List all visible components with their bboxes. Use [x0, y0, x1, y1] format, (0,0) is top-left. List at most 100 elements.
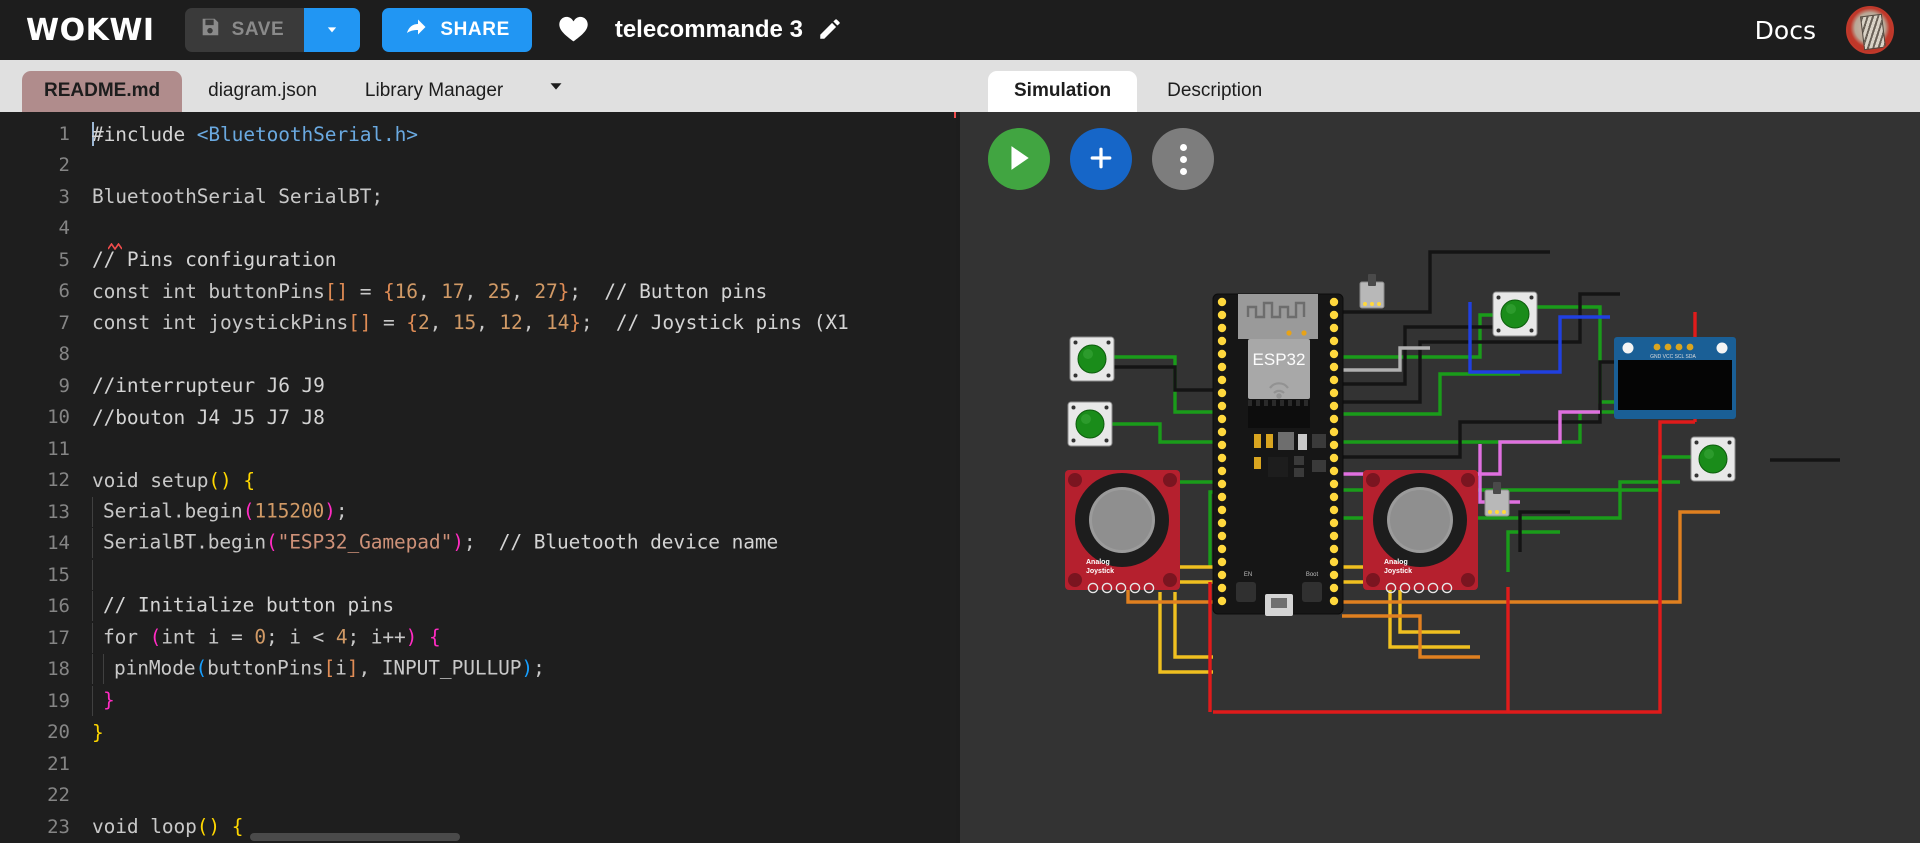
editor-pane: README.md diagram.json Library Manager 1…	[0, 60, 960, 843]
scrollbar-thumb[interactable]	[250, 833, 460, 841]
pushbutton	[1691, 437, 1735, 481]
code-line[interactable]: 5// Pins configuration	[0, 244, 960, 276]
tab-description[interactable]: Description	[1141, 71, 1288, 112]
docs-link[interactable]: Docs	[1755, 16, 1816, 45]
simulation-canvas[interactable]: ESP32	[960, 112, 1920, 843]
code-line[interactable]: 20}	[0, 717, 960, 749]
svg-text:GND VCC SCL SDA: GND VCC SCL SDA	[1650, 354, 1696, 360]
line-number: 1	[0, 123, 92, 145]
code-line[interactable]: 18pinMode(buttonPins[i], INPUT_PULLUP);	[0, 654, 960, 686]
pushbutton	[1493, 292, 1537, 336]
line-number: 22	[0, 784, 92, 806]
line-number: 8	[0, 343, 92, 365]
app-header: WOKWI SAVE SHARE	[0, 0, 1920, 60]
line-number: 4	[0, 217, 92, 239]
file-tabs-more-button[interactable]	[529, 65, 583, 112]
save-button[interactable]: SAVE	[185, 8, 305, 52]
edit-title-button[interactable]	[817, 16, 843, 45]
svg-text:Joystick: Joystick	[1384, 568, 1412, 575]
joystick-module: Analog Joystick	[1363, 470, 1478, 593]
esp32-board: ESP32	[1213, 294, 1343, 616]
line-number: 7	[0, 312, 92, 334]
svg-text:Analog: Analog	[1384, 559, 1408, 566]
code-line[interactable]: 6const int buttonPins[] = {16, 17, 25, 2…	[0, 276, 960, 308]
tab-readme[interactable]: README.md	[22, 71, 182, 112]
code-line[interactable]: 2	[0, 150, 960, 182]
joystick-label-1: Analog	[1086, 559, 1110, 566]
line-content: // Pins configuration	[92, 248, 336, 271]
heart-icon	[558, 14, 589, 46]
code-line[interactable]: 22	[0, 780, 960, 812]
line-content: for (int i = 0; i < 4; i++) {	[92, 623, 441, 653]
simulation-menu-button[interactable]	[1152, 128, 1214, 190]
share-button-label: SHARE	[440, 19, 510, 41]
line-content: const int joystickPins[] = {2, 15, 12, 1…	[92, 311, 849, 334]
line-number: 16	[0, 595, 92, 617]
line-content: }	[92, 686, 115, 716]
tab-diagram-json[interactable]: diagram.json	[186, 71, 339, 112]
save-button-group: SAVE	[185, 8, 361, 52]
code-line[interactable]: 21	[0, 748, 960, 780]
svg-text:Boot: Boot	[1306, 572, 1319, 578]
header-right-group: Docs	[1755, 6, 1894, 54]
add-component-button[interactable]	[1070, 128, 1132, 190]
code-line[interactable]: 10//bouton J4 J5 J7 J8	[0, 402, 960, 434]
esp32-board-label: ESP32	[1253, 350, 1306, 369]
circuit-diagram[interactable]: ESP32	[960, 112, 1920, 843]
code-line[interactable]: 16// Initialize button pins	[0, 591, 960, 623]
chevron-down-icon	[545, 75, 567, 100]
code-line[interactable]: 1#include <BluetoothSerial.h>	[0, 118, 960, 150]
main-split: README.md diagram.json Library Manager 1…	[0, 60, 1920, 843]
simulation-tab-bar: Simulation Description	[960, 60, 1920, 112]
pushbutton	[1068, 402, 1112, 446]
code-line[interactable]: 11	[0, 433, 960, 465]
line-number: 21	[0, 753, 92, 775]
code-line[interactable]: 4	[0, 213, 960, 245]
play-icon	[1006, 144, 1032, 175]
line-content: //interrupteur J6 J9	[92, 374, 325, 397]
joystick-label-2: Joystick	[1086, 568, 1114, 575]
editor-vertical-scrollbar[interactable]	[932, 112, 946, 843]
code-line[interactable]: 9//interrupteur J6 J9	[0, 370, 960, 402]
code-line[interactable]: 17for (int i = 0; i < 4; i++) {	[0, 622, 960, 654]
code-line[interactable]: 8	[0, 339, 960, 371]
avatar[interactable]	[1846, 6, 1894, 54]
simulation-controls	[988, 128, 1214, 190]
line-number: 5	[0, 249, 92, 271]
error-squiggle-icon	[108, 243, 122, 250]
code-line[interactable]: 14SerialBT.begin("ESP32_Gamepad"); // Bl…	[0, 528, 960, 560]
oled-display: GND VCC SCL SDA	[1614, 337, 1736, 419]
line-content: #include <BluetoothSerial.h>	[92, 122, 418, 146]
code-line[interactable]: 3BluetoothSerial SerialBT;	[0, 181, 960, 213]
line-content: BluetoothSerial SerialBT;	[92, 185, 383, 208]
page-title: telecommande 3	[615, 16, 803, 44]
line-number: 15	[0, 564, 92, 586]
simulation-pane: Simulation Description	[960, 60, 1920, 843]
line-number: 19	[0, 690, 92, 712]
code-line[interactable]: 7const int joystickPins[] = {2, 15, 12, …	[0, 307, 960, 339]
tab-simulation[interactable]: Simulation	[988, 71, 1137, 112]
line-number: 9	[0, 375, 92, 397]
line-number: 2	[0, 154, 92, 176]
share-button[interactable]: SHARE	[382, 8, 532, 52]
editor-horizontal-scrollbar[interactable]	[0, 831, 960, 843]
code-line[interactable]: 13Serial.begin(115200);	[0, 496, 960, 528]
favorite-button[interactable]	[558, 14, 589, 46]
line-content: }	[92, 721, 104, 744]
line-content: // Initialize button pins	[92, 591, 394, 621]
code-editor[interactable]: 1#include <BluetoothSerial.h>23Bluetooth…	[0, 112, 960, 843]
line-number: 10	[0, 406, 92, 428]
code-line[interactable]: 19}	[0, 685, 960, 717]
line-content: Serial.begin(115200);	[92, 497, 347, 527]
code-lines: 1#include <BluetoothSerial.h>23Bluetooth…	[0, 112, 960, 843]
line-number: 13	[0, 501, 92, 523]
plus-icon	[1086, 143, 1116, 176]
code-line[interactable]: 12void setup() {	[0, 465, 960, 497]
floppy-disk-icon	[199, 16, 221, 44]
tab-library-manager[interactable]: Library Manager	[343, 71, 525, 112]
line-content: SerialBT.begin("ESP32_Gamepad"); // Blue…	[92, 528, 778, 558]
save-button-label: SAVE	[232, 19, 285, 41]
code-line[interactable]: 15	[0, 559, 960, 591]
save-options-button[interactable]	[304, 8, 360, 52]
start-simulation-button[interactable]	[988, 128, 1050, 190]
